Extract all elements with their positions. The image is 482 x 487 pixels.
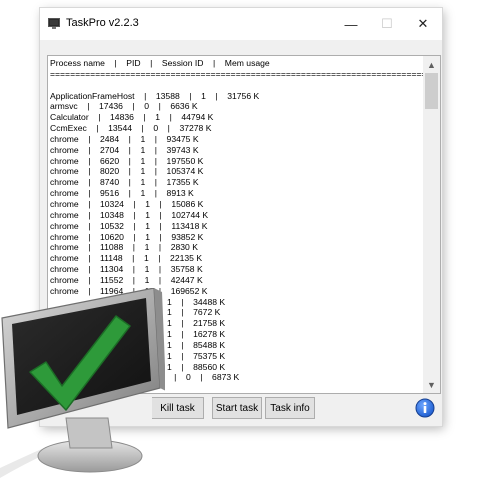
title-bar[interactable]: TaskPro v2.2.3 — ☐ ✕ bbox=[40, 8, 442, 40]
process-list-line[interactable]: chrome | 11552 | 1 | 42447 K bbox=[50, 275, 423, 286]
scroll-up-arrow-icon[interactable]: ▲ bbox=[423, 56, 440, 73]
process-list-line[interactable]: armsvc | 17436 | 0 | 6636 K bbox=[50, 101, 423, 112]
monitor-checkmark-logo bbox=[0, 288, 165, 478]
maximize-button: ☐ bbox=[381, 16, 393, 31]
app-icon bbox=[48, 18, 60, 29]
process-list-line[interactable]: chrome | 11148 | 1 | 22135 K bbox=[50, 253, 423, 264]
process-list-line[interactable]: chrome | 8020 | 1 | 105374 K bbox=[50, 166, 423, 177]
process-list-line[interactable]: Process name | PID | Session ID | Mem us… bbox=[50, 58, 423, 69]
scroll-thumb[interactable] bbox=[425, 73, 438, 109]
process-list-line[interactable]: chrome | 11088 | 1 | 2830 K bbox=[50, 242, 423, 253]
process-list-line[interactable]: chrome | 10532 | 1 | 113418 K bbox=[50, 221, 423, 232]
close-button[interactable]: ✕ bbox=[404, 8, 442, 40]
start-task-button[interactable]: Start task bbox=[212, 397, 262, 419]
process-list-line[interactable] bbox=[50, 80, 423, 91]
window-title: TaskPro v2.2.3 bbox=[66, 17, 139, 29]
process-list-line[interactable]: chrome | 2704 | 1 | 39743 K bbox=[50, 145, 423, 156]
process-list-line[interactable]: ApplicationFrameHost | 13588 | 1 | 31756… bbox=[50, 91, 423, 102]
process-list-line[interactable]: chrome | 10348 | 1 | 102744 K bbox=[50, 210, 423, 221]
process-list-line[interactable]: chrome | 10324 | 1 | 15086 K bbox=[50, 199, 423, 210]
process-list-line[interactable]: chrome | 8740 | 1 | 17355 K bbox=[50, 177, 423, 188]
process-list-line[interactable]: CcmExec | 13544 | 0 | 37278 K bbox=[50, 123, 423, 134]
process-list-line[interactable]: chrome | 9516 | 1 | 8913 K bbox=[50, 188, 423, 199]
process-list-line[interactable]: chrome | 6620 | 1 | 197550 K bbox=[50, 156, 423, 167]
minimize-button[interactable]: — bbox=[332, 8, 370, 40]
process-list-line[interactable]: Calculator | 14836 | 1 | 44794 K bbox=[50, 112, 423, 123]
info-button[interactable] bbox=[413, 396, 437, 420]
process-list-line[interactable]: chrome | 2484 | 1 | 93475 K bbox=[50, 134, 423, 145]
vertical-scrollbar[interactable]: ▲ ▼ bbox=[423, 56, 440, 393]
info-icon bbox=[415, 398, 435, 418]
process-list-line[interactable]: ========================================… bbox=[50, 69, 423, 80]
scroll-down-arrow-icon[interactable]: ▼ bbox=[423, 376, 440, 393]
task-info-button[interactable]: Task info bbox=[265, 397, 315, 419]
process-list-line[interactable]: chrome | 10620 | 1 | 93852 K bbox=[50, 232, 423, 243]
process-list-line[interactable]: chrome | 11304 | 1 | 35758 K bbox=[50, 264, 423, 275]
